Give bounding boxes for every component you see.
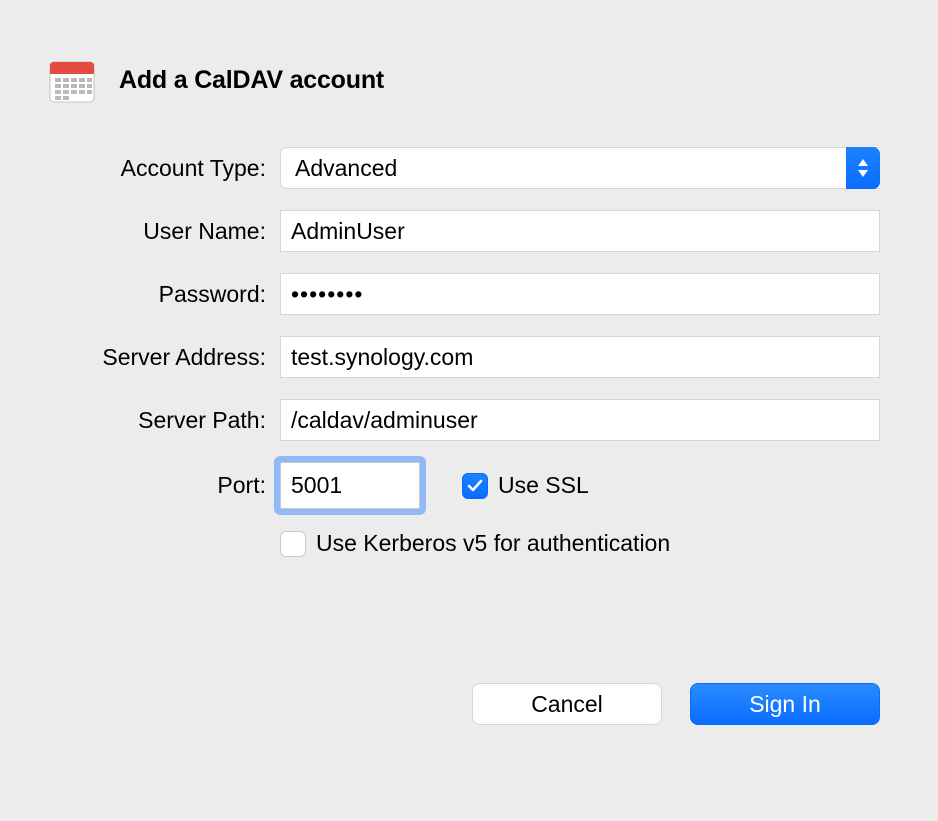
label-password: Password: <box>55 281 280 308</box>
row-server-address: Server Address: <box>55 336 880 378</box>
cancel-button[interactable]: Cancel <box>472 683 662 725</box>
row-server-path: Server Path: <box>55 399 880 441</box>
add-caldav-dialog: Add a CalDAV account Account Type: Advan… <box>0 0 938 775</box>
calendar-icon <box>47 55 97 105</box>
label-user-name: User Name: <box>55 218 280 245</box>
use-ssl-checkbox[interactable]: Use SSL <box>462 472 589 499</box>
chevron-up-down-icon <box>846 147 880 189</box>
label-port: Port: <box>55 472 280 499</box>
row-account-type: Account Type: Advanced <box>55 147 880 189</box>
check-icon <box>467 479 483 493</box>
checkbox-box <box>462 473 488 499</box>
row-user-name: User Name: <box>55 210 880 252</box>
server-address-input[interactable] <box>280 336 880 378</box>
port-input[interactable] <box>280 462 420 509</box>
dialog-title: Add a CalDAV account <box>119 66 384 95</box>
label-server-address: Server Address: <box>55 344 280 371</box>
label-account-type: Account Type: <box>55 155 280 182</box>
row-password: Password: <box>55 273 880 315</box>
row-kerberos: Use Kerberos v5 for authentication <box>55 530 880 557</box>
dialog-button-row: Cancel Sign In <box>55 683 880 725</box>
kerberos-checkbox[interactable]: Use Kerberos v5 for authentication <box>280 530 670 557</box>
label-server-path: Server Path: <box>55 407 280 434</box>
password-input[interactable] <box>280 273 880 315</box>
server-path-input[interactable] <box>280 399 880 441</box>
user-name-input[interactable] <box>280 210 880 252</box>
kerberos-label: Use Kerberos v5 for authentication <box>316 530 670 557</box>
dialog-header: Add a CalDAV account <box>47 55 880 105</box>
checkbox-box <box>280 531 306 557</box>
use-ssl-label: Use SSL <box>498 472 589 499</box>
account-type-value: Advanced <box>280 147 880 189</box>
sign-in-button[interactable]: Sign In <box>690 683 880 725</box>
row-port: Port: Use SSL <box>55 462 880 509</box>
account-type-select[interactable]: Advanced <box>280 147 880 189</box>
